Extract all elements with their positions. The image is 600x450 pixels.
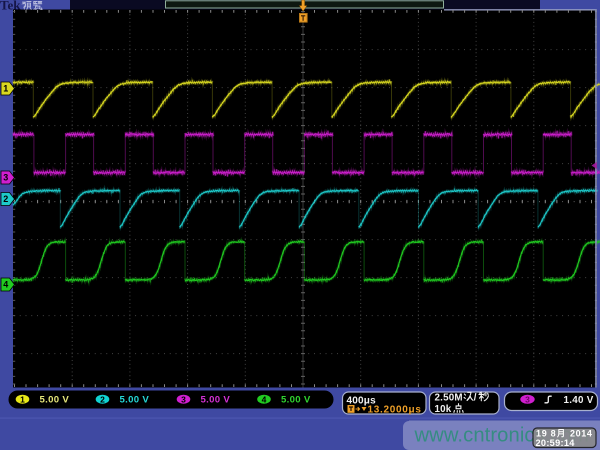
svg-text:3: 3 (525, 394, 530, 404)
svg-text:2: 2 (3, 194, 8, 204)
svg-text:3: 3 (3, 173, 8, 183)
svg-text:5.00 V: 5.00 V (120, 395, 150, 406)
svg-text:2: 2 (100, 394, 105, 404)
svg-text:5.00 V: 5.00 V (201, 395, 231, 406)
svg-text:1: 1 (20, 394, 25, 404)
svg-text:10k: 10k (435, 404, 452, 415)
svg-text:3: 3 (181, 394, 186, 404)
svg-text:4: 4 (262, 394, 267, 404)
svg-text:1: 1 (3, 84, 8, 94)
svg-text:20:59:14: 20:59:14 (536, 438, 576, 448)
svg-text:5.00 V: 5.00 V (281, 395, 311, 406)
svg-text:4: 4 (3, 280, 8, 290)
svg-text:13.2000μs: 13.2000μs (368, 405, 422, 416)
svg-text:1.40 V: 1.40 V (564, 395, 594, 406)
svg-text:2.50M: 2.50M (435, 393, 463, 404)
svg-text:Tek: Tek (0, 0, 21, 13)
svg-text:/: / (474, 393, 477, 404)
svg-text:5.00 V: 5.00 V (40, 395, 70, 406)
